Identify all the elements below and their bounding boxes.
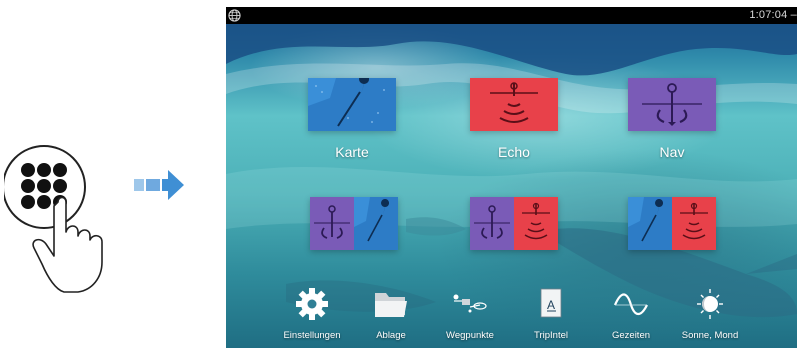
chart-icon [354, 197, 398, 250]
waypoints-icon [453, 294, 487, 313]
tool-settings[interactable]: Einstellungen [272, 287, 352, 341]
arrow-right-icon [134, 170, 184, 200]
tile-nav[interactable] [628, 78, 716, 131]
home-button-illustration [4, 145, 103, 293]
status-bar: 1:07:04 – [226, 7, 797, 24]
folder-icon [375, 293, 407, 317]
tool-label: Gezeiten [611, 330, 651, 341]
tool-label: TripIntel [534, 330, 568, 341]
tool-tripintel[interactable]: A TripIntel [511, 287, 591, 341]
gear-icon [296, 288, 328, 320]
navigation-icon [314, 205, 350, 239]
tile-echo[interactable] [470, 78, 558, 131]
sun-moon-icon [697, 289, 723, 319]
chart-icon [628, 197, 672, 250]
sonar-icon [522, 202, 550, 240]
tile-label-nav: Nav [659, 144, 685, 160]
tile-label-echo: Echo [498, 144, 530, 160]
status-time: 1:07:04 – [749, 9, 797, 21]
tile-chart-echo[interactable] [628, 197, 716, 250]
tool-label: Einstellungen [283, 330, 341, 341]
chart-icon [308, 78, 396, 131]
navigation-icon [474, 205, 510, 239]
tile-nav-echo[interactable] [470, 197, 558, 250]
tool-sun-moon[interactable]: Sonne, Mond [670, 287, 750, 341]
tile-label-chart: Karte [335, 144, 369, 160]
tile-chart[interactable] [308, 78, 396, 131]
tides-icon [613, 293, 648, 316]
globe-icon[interactable] [228, 9, 241, 22]
tool-waypoints[interactable]: Wegpunkte [430, 287, 510, 341]
tool-tides[interactable]: Gezeiten [591, 287, 671, 341]
tool-label: Ablage [376, 330, 406, 341]
tool-label: Wegpunkte [446, 330, 494, 341]
sonar-icon [680, 202, 708, 240]
tripintel-icon: A [540, 288, 562, 318]
tile-nav-chart[interactable] [310, 197, 398, 250]
sonar-icon [470, 78, 558, 131]
svg-text:A: A [547, 298, 555, 312]
navigation-icon [628, 78, 716, 131]
device-screen: 1:07:04 – Karte Echo Nav Einstellungen A… [226, 7, 797, 348]
tool-files[interactable]: Ablage [351, 287, 431, 341]
tool-label: Sonne, Mond [681, 330, 739, 341]
